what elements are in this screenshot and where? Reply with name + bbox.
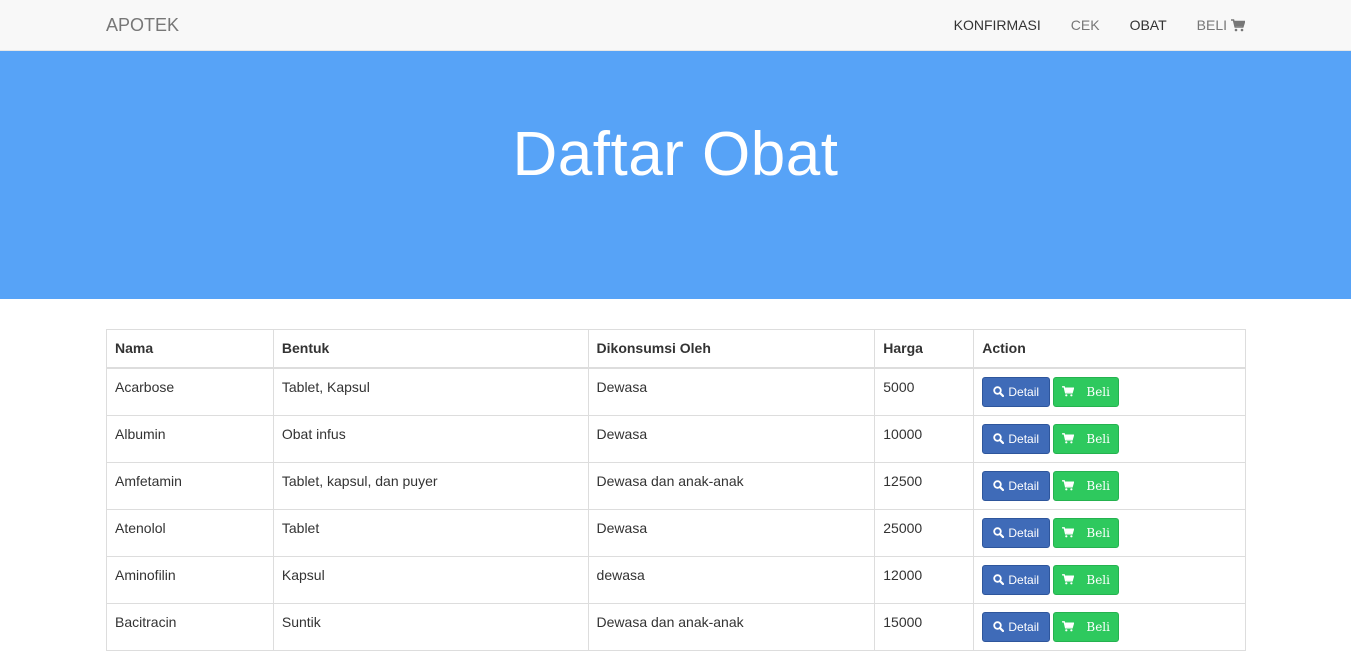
nav-item-beli[interactable]: BELI xyxy=(1197,0,1245,50)
table-row: Amfetamin Tablet, kapsul, dan puyer Dewa… xyxy=(106,461,1246,510)
table-row: Atenolol Tablet Dewasa 25000 Detail Beli xyxy=(106,508,1246,557)
cart-icon xyxy=(1062,433,1075,444)
beli-button[interactable]: Beli xyxy=(1053,423,1120,454)
detail-button-label: Detail xyxy=(1008,478,1040,493)
table-body: Acarbose Tablet, Kapsul Dewasa 5000 Deta… xyxy=(106,367,1246,651)
cell-harga: 10000 xyxy=(874,414,975,463)
cell-dikonsumsi: Dewasa xyxy=(587,508,876,557)
cell-harga: 25000 xyxy=(874,508,975,557)
beli-button-label: Beli xyxy=(1086,384,1110,399)
page-title: Daftar Obat xyxy=(512,119,839,189)
detail-button-label: Detail xyxy=(1008,525,1040,540)
header-harga: Harga xyxy=(874,329,975,369)
cell-dikonsumsi: dewasa xyxy=(587,555,876,604)
cell-bentuk: Tablet xyxy=(272,508,589,557)
table-row: Albumin Obat infus Dewasa 10000 Detail B… xyxy=(106,414,1246,463)
cell-bentuk: Obat infus xyxy=(272,414,589,463)
beli-button-label: Beli xyxy=(1086,619,1110,634)
beli-button-label: Beli xyxy=(1086,572,1110,587)
beli-button-label: Beli xyxy=(1086,525,1110,540)
cell-action: Detail Beli xyxy=(973,555,1246,604)
table-row: Bacitracin Suntik Dewasa dan anak-anak 1… xyxy=(106,602,1246,651)
table-header-row: Nama Bentuk Dikonsumsi Oleh Harga Action xyxy=(106,329,1246,369)
cell-dikonsumsi: Dewasa dan anak-anak xyxy=(587,602,876,651)
beli-button-label: Beli xyxy=(1086,478,1110,493)
search-icon xyxy=(993,621,1005,632)
header-bentuk: Bentuk xyxy=(272,329,589,369)
cell-nama: Aminofilin xyxy=(106,555,274,604)
hero-banner: Daftar Obat xyxy=(0,51,1351,299)
cell-bentuk: Suntik xyxy=(272,602,589,651)
beli-button[interactable]: Beli xyxy=(1053,517,1120,548)
beli-button-label: Beli xyxy=(1086,431,1110,446)
cell-dikonsumsi: Dewasa dan anak-anak xyxy=(587,461,876,510)
header-nama: Nama xyxy=(106,329,274,369)
table-row: Aminofilin Kapsul dewasa 12000 Detail Be… xyxy=(106,555,1246,604)
navbar: APOTEK KONFIRMASI CEK OBAT BELI xyxy=(0,0,1351,51)
header-action: Action xyxy=(973,329,1246,369)
cell-bentuk: Tablet, Kapsul xyxy=(272,367,589,416)
cell-action: Detail Beli xyxy=(973,508,1246,557)
search-icon xyxy=(993,574,1005,585)
cell-dikonsumsi: Dewasa xyxy=(587,367,876,416)
cell-nama: Amfetamin xyxy=(106,461,274,510)
nav-menu: KONFIRMASI CEK OBAT BELI xyxy=(924,0,1245,50)
detail-button[interactable]: Detail xyxy=(982,611,1051,642)
cell-dikonsumsi: Dewasa xyxy=(587,414,876,463)
brand-link[interactable]: APOTEK xyxy=(106,0,179,50)
nav-item-obat[interactable]: OBAT xyxy=(1130,0,1167,50)
cell-harga: 5000 xyxy=(874,367,975,416)
cell-nama: Bacitracin xyxy=(106,602,274,651)
cell-bentuk: Tablet, kapsul, dan puyer xyxy=(272,461,589,510)
search-icon xyxy=(993,386,1005,397)
cell-nama: Acarbose xyxy=(106,367,274,416)
cart-icon xyxy=(1062,386,1075,397)
cell-action: Detail Beli xyxy=(973,602,1246,651)
cell-harga: 15000 xyxy=(874,602,975,651)
cell-nama: Albumin xyxy=(106,414,274,463)
medicine-table: Nama Bentuk Dikonsumsi Oleh Harga Action… xyxy=(106,329,1246,651)
table-row: Acarbose Tablet, Kapsul Dewasa 5000 Deta… xyxy=(106,367,1246,416)
cell-action: Detail Beli xyxy=(973,414,1246,463)
cart-icon xyxy=(1231,18,1245,32)
beli-button[interactable]: Beli xyxy=(1053,611,1120,642)
detail-button[interactable]: Detail xyxy=(982,376,1051,407)
cart-icon xyxy=(1062,527,1075,538)
detail-button[interactable]: Detail xyxy=(982,517,1051,548)
cell-bentuk: Kapsul xyxy=(272,555,589,604)
cell-harga: 12000 xyxy=(874,555,975,604)
detail-button-label: Detail xyxy=(1008,619,1040,634)
detail-button-label: Detail xyxy=(1008,572,1040,587)
cart-icon xyxy=(1062,621,1075,632)
beli-button[interactable]: Beli xyxy=(1053,470,1120,501)
cart-icon xyxy=(1062,480,1075,491)
search-icon xyxy=(993,527,1005,538)
detail-button[interactable]: Detail xyxy=(982,423,1051,454)
cell-harga: 12500 xyxy=(874,461,975,510)
detail-button[interactable]: Detail xyxy=(982,470,1051,501)
detail-button[interactable]: Detail xyxy=(982,564,1051,595)
detail-button-label: Detail xyxy=(1008,431,1040,446)
nav-item-konfirmasi[interactable]: KONFIRMASI xyxy=(954,0,1041,50)
cell-action: Detail Beli xyxy=(973,461,1246,510)
nav-item-beli-label: BELI xyxy=(1196,17,1227,33)
medicine-table-container: Nama Bentuk Dikonsumsi Oleh Harga Action… xyxy=(106,329,1246,651)
search-icon xyxy=(993,480,1005,491)
cart-icon xyxy=(1062,574,1075,585)
search-icon xyxy=(993,433,1005,444)
beli-button[interactable]: Beli xyxy=(1053,376,1120,407)
cell-action: Detail Beli xyxy=(973,367,1246,416)
cell-nama: Atenolol xyxy=(106,508,274,557)
nav-item-cek[interactable]: CEK xyxy=(1071,0,1100,50)
header-dikonsumsi: Dikonsumsi Oleh xyxy=(587,329,876,369)
detail-button-label: Detail xyxy=(1008,384,1040,399)
beli-button[interactable]: Beli xyxy=(1053,564,1120,595)
